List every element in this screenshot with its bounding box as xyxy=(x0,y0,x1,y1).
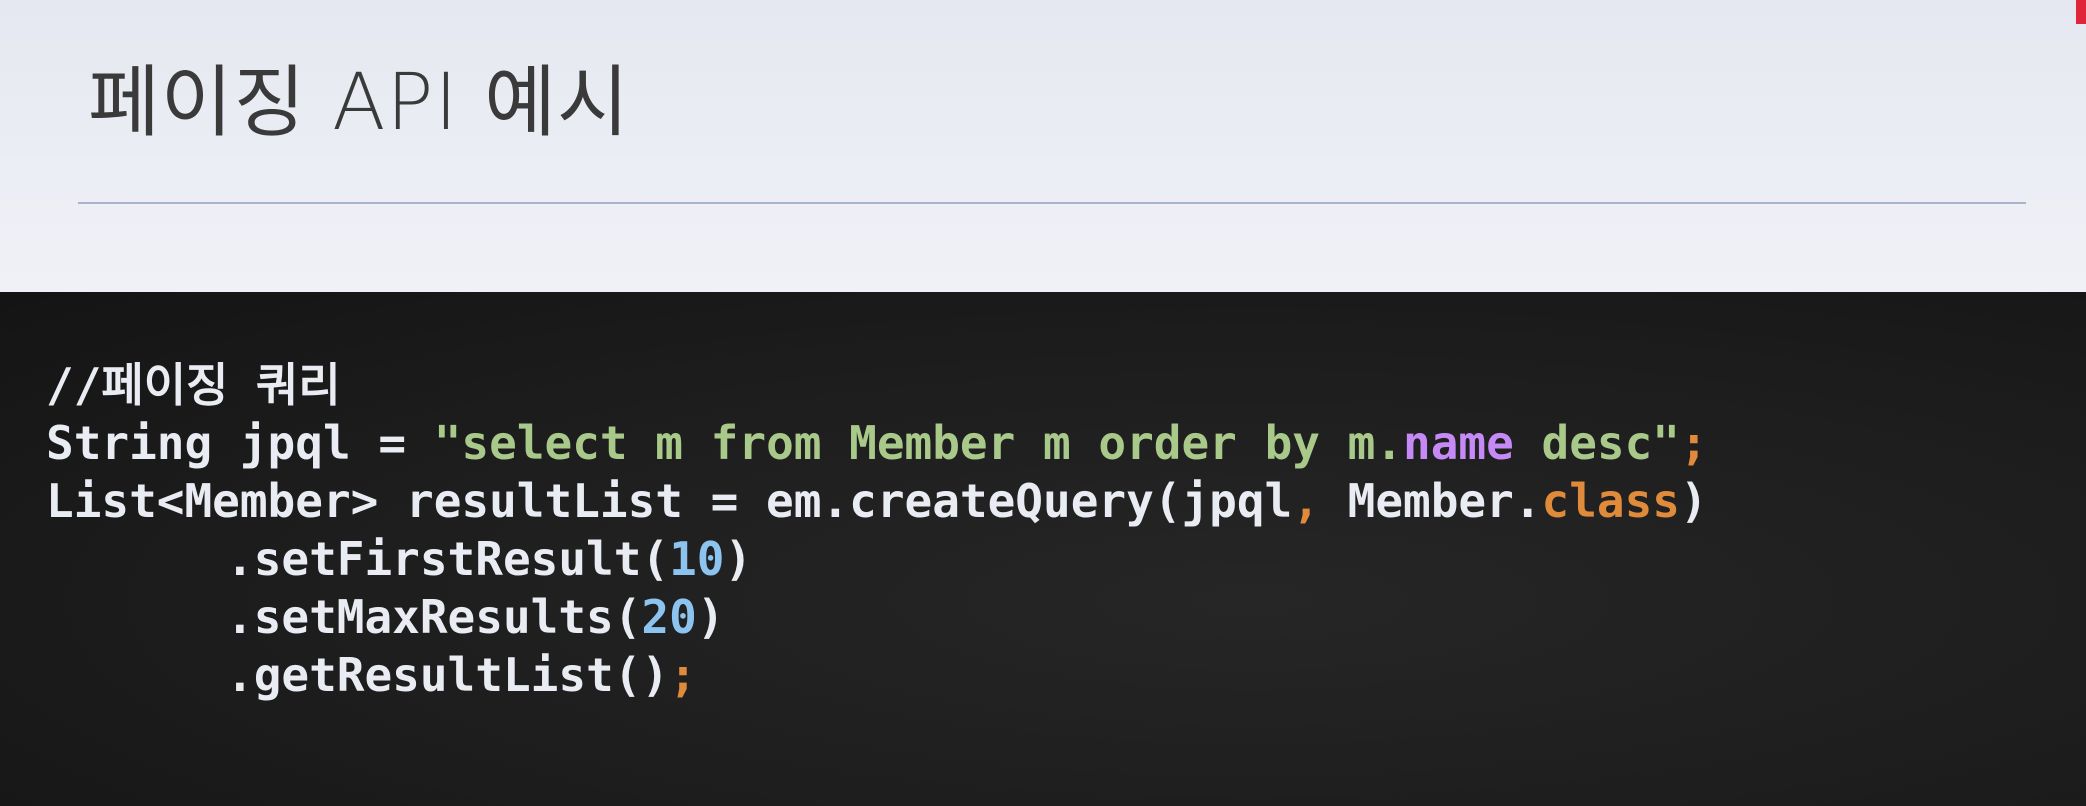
code-token: .getResultList() xyxy=(226,648,670,702)
code-keyword-class: class xyxy=(1541,474,1680,528)
code-line-2: String jpql = "select m from Member m or… xyxy=(46,414,1708,472)
slide-title: 페이징 API 예시 xyxy=(88,58,630,148)
code-semicolon: ; xyxy=(1680,416,1708,470)
code-token: .setFirstResult( xyxy=(226,532,670,586)
code-token: ) xyxy=(696,590,725,644)
code-string-literal: "select m from Member m order by m. xyxy=(433,416,1404,470)
code-line-6: .getResultList(); xyxy=(46,646,1708,704)
code-token: ) xyxy=(724,532,753,586)
code-number: 10 xyxy=(669,532,725,586)
code-number: 20 xyxy=(641,590,697,644)
red-corner-mark xyxy=(2076,0,2086,24)
code-string-literal: desc" xyxy=(1513,416,1680,470)
code-comma: , xyxy=(1292,474,1320,528)
code-token: String jpql = xyxy=(46,416,434,470)
slide-header: 페이징 API 예시 xyxy=(0,0,2086,292)
code-line-5: .setMaxResults(20) xyxy=(46,588,1708,646)
code-token: Member. xyxy=(1319,474,1542,528)
code-comment: //페이징 쿼리 xyxy=(46,358,341,412)
code-line-comment: //페이징 쿼리 xyxy=(46,356,1708,414)
code-block: //페이징 쿼리 String jpql = "select m from Mem… xyxy=(46,356,1708,704)
code-field-name: name xyxy=(1403,416,1514,470)
title-divider xyxy=(78,202,2026,204)
code-token: .setMaxResults( xyxy=(226,590,642,644)
code-line-4: .setFirstResult(10) xyxy=(46,530,1708,588)
code-token: ) xyxy=(1680,474,1708,528)
code-token: List<Member> resultList = em.createQuery… xyxy=(46,474,1293,528)
code-semicolon: ; xyxy=(669,648,697,702)
code-line-3: List<Member> resultList = em.createQuery… xyxy=(46,472,1708,530)
slide: 페이징 API 예시 //페이징 쿼리 String jpql = "select… xyxy=(0,0,2086,806)
